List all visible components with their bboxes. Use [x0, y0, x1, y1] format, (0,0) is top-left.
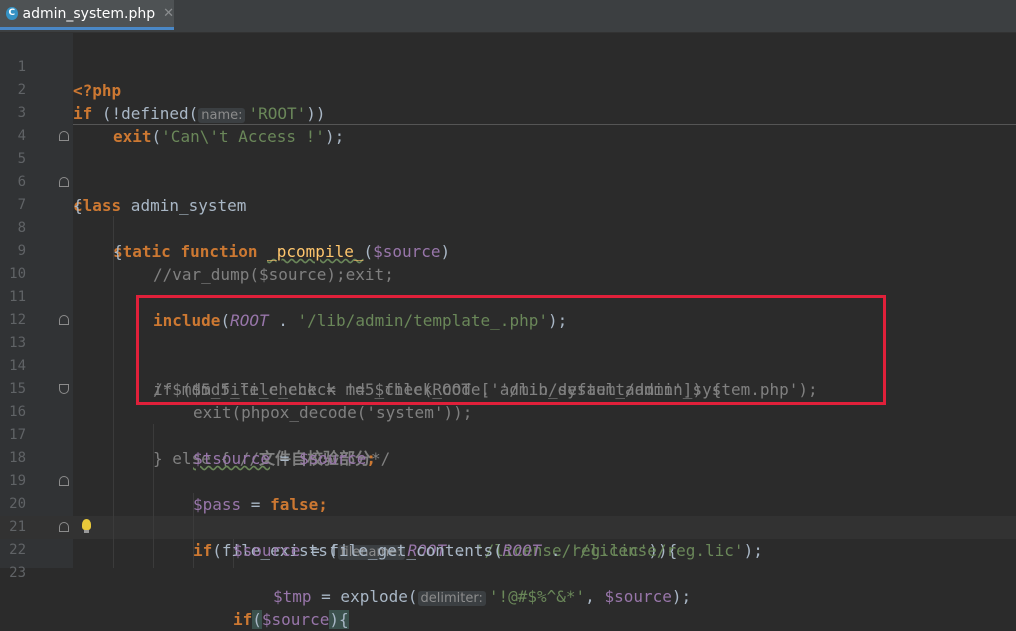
code-line: 10 — [0, 240, 1016, 282]
variable: $source — [261, 610, 330, 629]
fold-collapse-icon[interactable] — [59, 131, 69, 141]
code-line: 5 class admin_system — [0, 125, 1016, 215]
matched-brace: ){ — [329, 610, 349, 629]
line-number: 23 — [9, 565, 26, 581]
variable: $source — [604, 587, 672, 606]
php-class-file-icon: C — [6, 7, 18, 20]
code-line: 22 if($source){ — [0, 516, 1016, 629]
code-line: 6 { — [0, 148, 1016, 215]
code-line: 23 $tmp = explode(delimiter: '!@#$%^&*', … — [0, 539, 1016, 606]
code-line: 2 if (!defined(name: 'ROOT')) — [0, 56, 1016, 123]
code-line: 11 include(ROOT . '/lib/admin/template_.… — [0, 263, 1016, 330]
code-token: ); — [671, 587, 692, 606]
file-tab-label: admin_system.php — [22, 5, 156, 22]
code-line: 19 $pass = false; — [0, 447, 1016, 514]
code-token: = explode( — [311, 587, 418, 606]
code-line: 9 //var_dump($source);exit; — [0, 217, 1016, 284]
variable: $tmp — [273, 587, 312, 606]
code-text: $tmp = explode(delimiter: '!@#$%^&*', $so… — [273, 585, 691, 610]
fold-collapse-icon[interactable] — [59, 476, 69, 486]
file-tab[interactable]: C admin_system.php ✕ — [0, 0, 174, 30]
lightbulb-intention-icon[interactable] — [82, 519, 91, 533]
parameter-hint: delimiter: — [417, 591, 486, 606]
code-line: 21 $source = file_get_contents(ROOT . '/… — [0, 493, 1016, 560]
code-line: 20 if(file_exists(filename: ROOT . '/lice… — [0, 470, 1016, 560]
code-line: 18 — [0, 424, 1016, 466]
highlight-annotation-box — [136, 295, 886, 405]
code-line: 3 exit('Can\'t Access !'); — [0, 79, 1016, 146]
keyword: if — [233, 610, 253, 629]
code-line: 1 <?php — [0, 33, 1016, 100]
fold-collapse-icon[interactable] — [59, 315, 69, 325]
matched-brace: ( — [252, 610, 262, 629]
code-line: 8 { — [0, 194, 1016, 261]
fold-expand-icon[interactable] — [59, 384, 69, 394]
fold-collapse-icon[interactable] — [59, 177, 69, 187]
code-token: , — [585, 587, 605, 606]
fold-collapse-icon[interactable] — [59, 522, 69, 532]
close-tab-icon[interactable]: ✕ — [163, 6, 174, 21]
code-text: if($source){ — [233, 608, 349, 631]
editor-tab-bar: C admin_system.php ✕ — [0, 0, 1016, 33]
code-line: 7 static function _pcompile_($source) — [0, 171, 1016, 261]
string-literal: '!@#$%^&*' — [488, 587, 586, 606]
code-line: 4 — [0, 102, 1016, 144]
